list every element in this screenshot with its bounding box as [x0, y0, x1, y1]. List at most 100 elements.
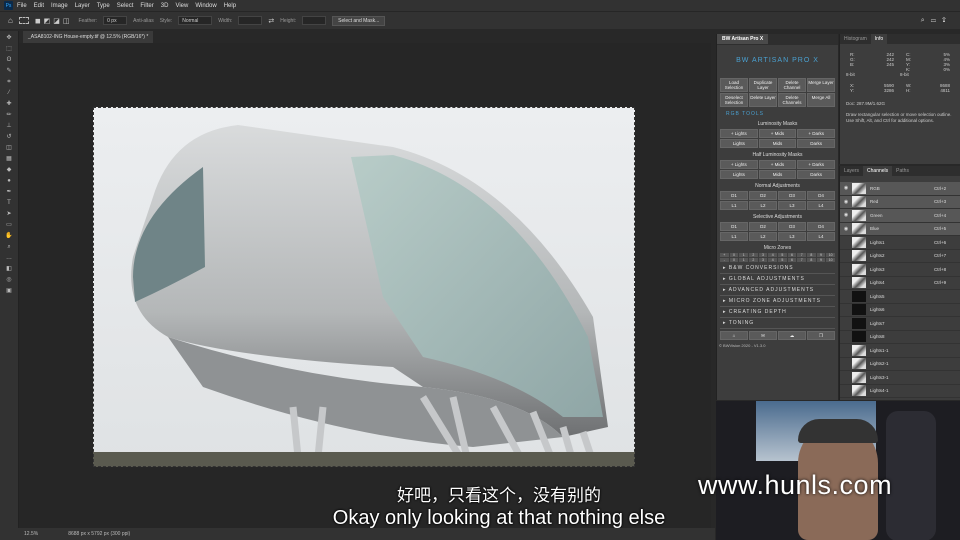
micro-zone-minus-button[interactable]: 10 — [826, 258, 835, 262]
selective-button[interactable]: D4 — [807, 222, 835, 231]
channel-row[interactable]: Lights8 — [840, 331, 960, 344]
pen-tool-icon[interactable]: ✒ — [4, 189, 14, 196]
half-button[interactable]: Mids — [758, 170, 797, 179]
menu-filter[interactable]: Filter — [140, 3, 153, 9]
hand-tool-icon[interactable]: ✋ — [4, 233, 14, 240]
selective-button[interactable]: D1 — [720, 222, 748, 231]
channel-row[interactable]: Lights5 — [840, 290, 960, 304]
channel-row[interactable]: Lights1 Ctrl+6 — [840, 236, 960, 250]
normal-button[interactable]: L4 — [807, 201, 835, 210]
mail-icon[interactable]: ✉ — [749, 331, 777, 340]
screen-mode-tool-icon[interactable]: ▣ — [4, 288, 14, 295]
selective-button[interactable]: L1 — [720, 232, 748, 241]
blur-tool-icon[interactable]: ◆ — [4, 167, 14, 174]
lum-button[interactable]: + Mids — [758, 129, 797, 138]
half-button[interactable]: Lights — [720, 170, 758, 179]
menu-view[interactable]: View — [175, 3, 188, 9]
type-tool-icon[interactable]: T — [4, 200, 14, 207]
menu-image[interactable]: Image — [51, 3, 68, 9]
channel-row[interactable]: Lights2-1 — [840, 358, 960, 371]
micro-zone-minus-button[interactable]: - — [720, 258, 729, 262]
rgb-tools-toggle[interactable]: RGB TOOLS — [720, 111, 835, 117]
bw-button[interactable]: Load Selection — [720, 78, 748, 92]
feather-input[interactable]: 0 px — [103, 16, 128, 25]
normal-button[interactable]: D3 — [778, 191, 806, 200]
stamp-tool-icon[interactable]: ⊥ — [4, 123, 14, 130]
document-tab[interactable]: _ASA8102-ING House-empty.tif @ 12.5% (RG… — [23, 31, 154, 43]
section-toggle[interactable]: ▸ TONING — [720, 318, 835, 329]
marquee-tool-icon[interactable]: ⬚ — [4, 46, 14, 53]
normal-button[interactable]: D2 — [749, 191, 777, 200]
channel-row[interactable]: Lights3 Ctrl+8 — [840, 263, 960, 277]
micro-zone-plus-button[interactable]: 9 — [816, 253, 826, 257]
section-toggle[interactable]: ▸ GLOBAL ADJUSTMENTS — [720, 274, 835, 285]
eye-icon[interactable]: ◉ — [840, 226, 852, 232]
micro-zone-minus-button[interactable]: 1 — [739, 258, 748, 262]
channel-row[interactable]: Lights6 — [840, 304, 960, 317]
menu-type[interactable]: Type — [97, 3, 110, 9]
normal-button[interactable]: L1 — [720, 201, 748, 210]
tab-info[interactable]: Info — [870, 34, 888, 44]
eye-icon[interactable]: ◉ — [840, 185, 852, 191]
normal-button[interactable]: D4 — [807, 191, 835, 200]
selective-button[interactable]: D2 — [749, 222, 777, 231]
bw-button[interactable]: Merge All — [807, 93, 835, 107]
channel-row[interactable]: Lights2 Ctrl+7 — [840, 250, 960, 263]
micro-zone-plus-button[interactable]: 0 — [729, 253, 739, 257]
shape-tool-icon[interactable]: ▭ — [4, 222, 14, 229]
lum-button[interactable]: Mids — [758, 139, 797, 148]
lum-button[interactable]: + Darks — [797, 129, 835, 138]
section-toggle[interactable]: ▸ CREATING DEPTH — [720, 307, 835, 318]
selection-mode-icons[interactable]: ◼◩◪◫ — [35, 17, 73, 25]
micro-zone-minus-button[interactable]: 7 — [797, 258, 806, 262]
micro-zone-minus-button[interactable]: 8 — [807, 258, 816, 262]
style-select[interactable]: Normal — [178, 16, 213, 25]
micro-zone-minus-button[interactable]: 6 — [787, 258, 797, 262]
history-brush-tool-icon[interactable]: ↺ — [4, 134, 14, 141]
cloud-download-icon[interactable]: ☁ — [778, 331, 806, 340]
eye-icon[interactable]: ◉ — [840, 199, 852, 205]
width-input[interactable] — [238, 16, 263, 25]
micro-zone-minus-button[interactable]: 3 — [758, 258, 768, 262]
bw-panel-tab[interactable]: BW Artisan Pro X — [717, 34, 769, 44]
micro-zone-plus-button[interactable]: 7 — [797, 253, 806, 257]
eye-icon[interactable]: ◉ — [840, 212, 852, 218]
eraser-tool-icon[interactable]: ◫ — [4, 145, 14, 152]
micro-zone-plus-button[interactable]: 10 — [826, 253, 835, 257]
swap-icon[interactable]: ⇄ — [268, 17, 274, 25]
menu-edit[interactable]: Edit — [34, 3, 44, 9]
micro-zone-plus-button[interactable]: 4 — [768, 253, 777, 257]
colors-tool-icon[interactable]: ◧ — [4, 266, 14, 273]
menu-select[interactable]: Select — [117, 3, 134, 9]
eyedropper-tool-icon[interactable]: ⁄ — [4, 90, 14, 97]
bw-button[interactable]: Delete Layer — [749, 93, 777, 107]
move-tool-icon[interactable]: ✥ — [4, 35, 14, 42]
quick-mask-tool-icon[interactable]: ◎ — [4, 277, 14, 284]
zoom-tool-icon[interactable]: ⌕ — [4, 244, 14, 251]
bw-button[interactable]: Merge Layer — [807, 78, 835, 92]
micro-zone-minus-button[interactable]: 2 — [749, 258, 758, 262]
normal-button[interactable]: D1 — [720, 191, 748, 200]
menu-layer[interactable]: Layer — [75, 3, 90, 9]
micro-zone-plus-button[interactable]: + — [720, 253, 729, 257]
channel-row[interactable]: Lights1-1 — [840, 344, 960, 358]
menu-file[interactable]: File — [17, 3, 27, 9]
tab-layers[interactable]: Layers — [840, 166, 863, 176]
micro-zone-minus-button[interactable]: 5 — [778, 258, 787, 262]
half-button[interactable]: + Darks — [797, 160, 835, 169]
search-workspace-share-icons[interactable]: ⌕▭⇪ — [921, 17, 952, 25]
section-toggle[interactable]: ▸ B&W CONVERSIONS — [720, 263, 835, 274]
half-button[interactable]: Darks — [797, 170, 835, 179]
home-icon[interactable]: ⌂ — [720, 331, 748, 340]
micro-zone-plus-button[interactable]: 3 — [758, 253, 768, 257]
micro-zone-plus-button[interactable]: 6 — [787, 253, 797, 257]
more-tool-icon[interactable]: … — [4, 255, 14, 262]
micro-zone-plus-button[interactable]: 1 — [739, 253, 748, 257]
micro-zone-plus-button[interactable]: 8 — [807, 253, 816, 257]
micro-zone-minus-button[interactable]: 4 — [768, 258, 777, 262]
path-select-tool-icon[interactable]: ➤ — [4, 211, 14, 218]
channel-row[interactable]: ◉ RGB Ctrl+2 — [840, 182, 960, 196]
menu-window[interactable]: Window — [195, 3, 216, 9]
selective-button[interactable]: L3 — [778, 232, 806, 241]
channel-row[interactable]: Lights4-1 — [840, 385, 960, 398]
